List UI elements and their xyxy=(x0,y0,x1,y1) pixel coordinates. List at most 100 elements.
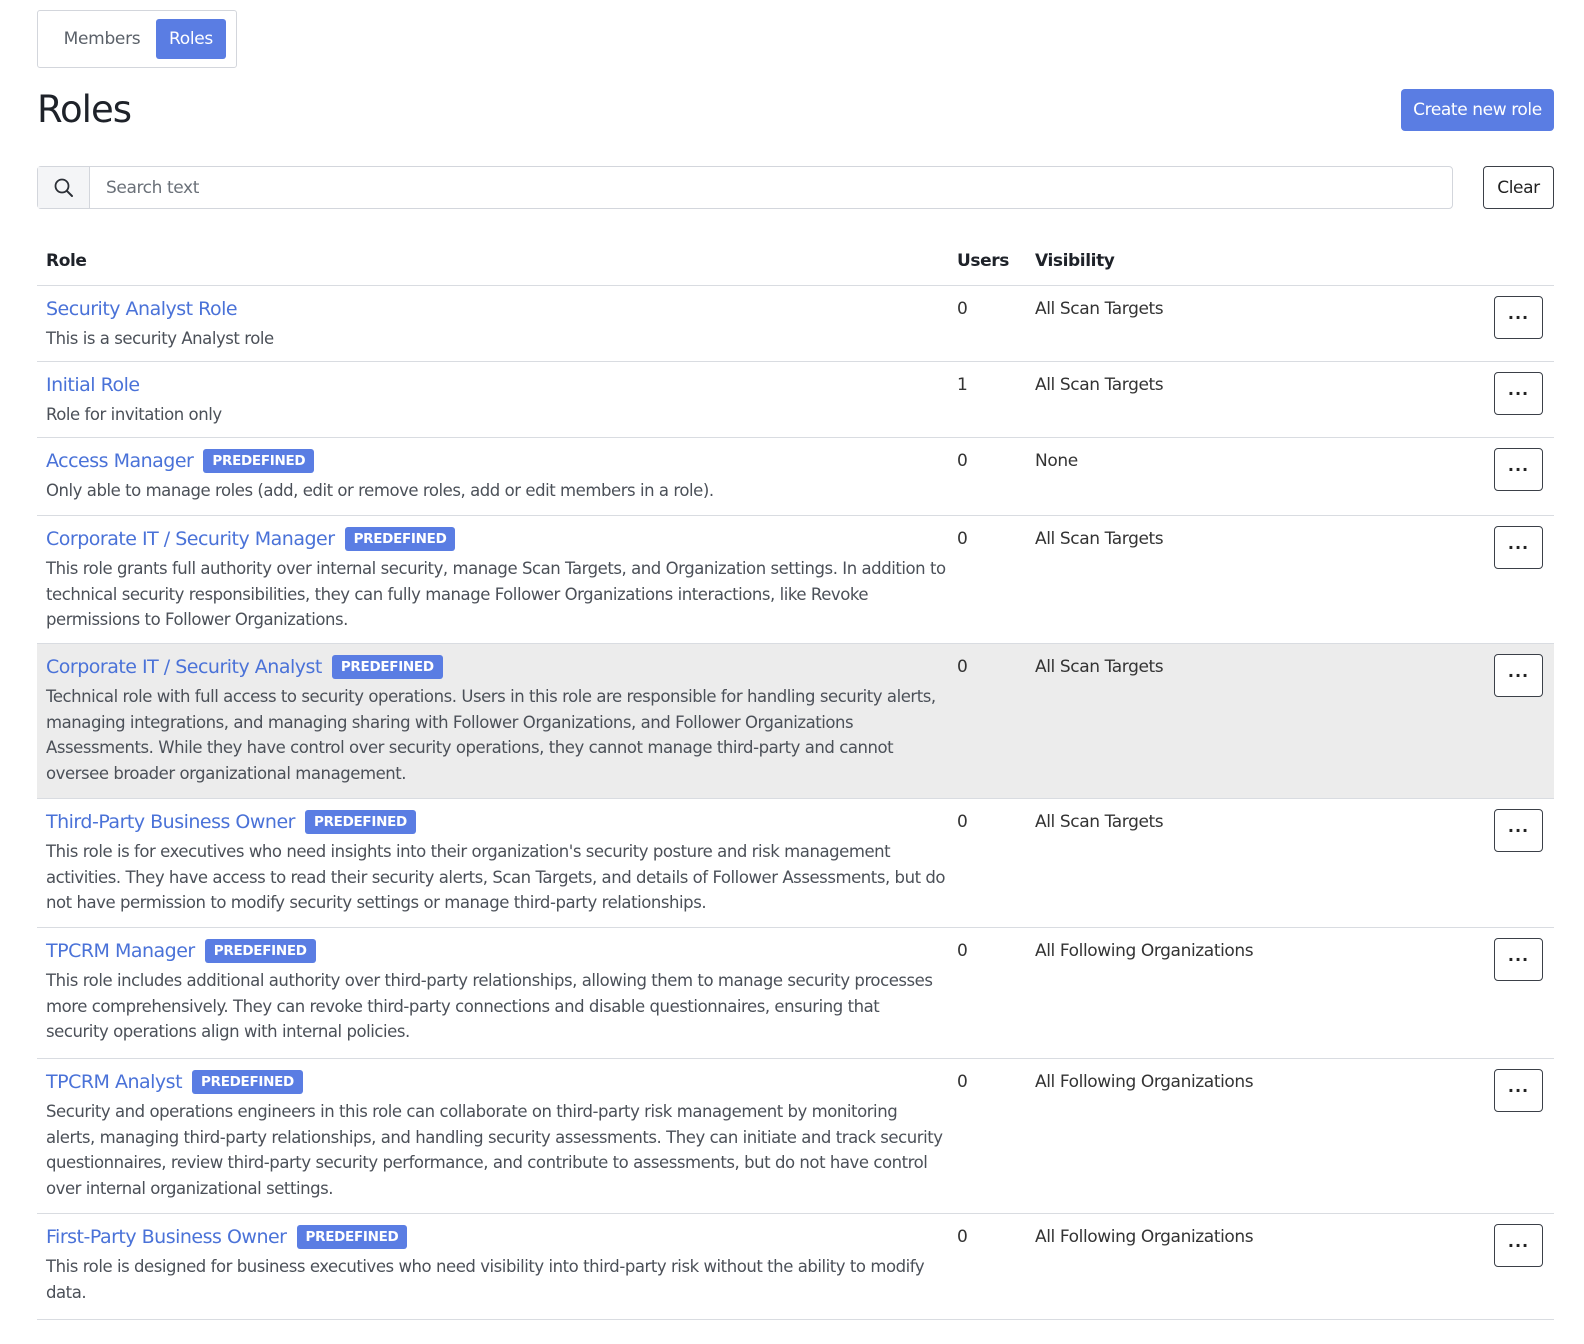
role-cell: Security Analyst Role This is a security … xyxy=(46,296,946,352)
role-name-link[interactable]: TPCRM Manager xyxy=(46,940,195,962)
role-name-line: Corporate IT / Security Analyst PREDEFINE… xyxy=(46,654,946,680)
table-body: Security Analyst Role This is a security … xyxy=(37,286,1554,1320)
role-cell: Corporate IT / Security Manager PREDEFINE… xyxy=(46,526,946,633)
predefined-badge: PREDEFINED xyxy=(203,449,315,473)
predefined-badge: PREDEFINED xyxy=(204,939,316,963)
role-name-link[interactable]: Security Analyst Role xyxy=(46,298,238,320)
column-header-visibility: Visibility xyxy=(1035,251,1115,271)
predefined-badge: PREDEFINED xyxy=(296,1225,408,1249)
role-description: Role for invitation only xyxy=(46,405,222,424)
column-header-role: Role xyxy=(46,251,87,271)
role-name-line: Corporate IT / Security Manager PREDEFINE… xyxy=(46,526,946,552)
table-row: Corporate IT / Security Analyst PREDEFINE… xyxy=(37,644,1554,799)
users-count: 0 xyxy=(957,812,968,832)
role-name-link[interactable]: Access Manager xyxy=(46,450,194,472)
predefined-badge: PREDEFINED xyxy=(192,1070,303,1094)
role-name-link[interactable]: TPCRM Analyst xyxy=(46,1071,183,1093)
table-row: TPCRM Analyst PREDEFINED Security and oper… xyxy=(37,1059,1554,1214)
tab-switcher: Members Roles xyxy=(37,10,237,68)
more-actions-button[interactable]: ··· xyxy=(1494,1224,1543,1267)
role-cell: Third-Party Business Owner PREDEFINED This… xyxy=(46,809,946,916)
predefined-badge: PREDEFINED xyxy=(344,527,456,551)
visibility-value: All Scan Targets xyxy=(1035,375,1164,395)
role-name-line: TPCRM Analyst PREDEFINED xyxy=(46,1069,946,1095)
users-count: 0 xyxy=(957,1227,968,1247)
role-description: This role includes additional authority … xyxy=(46,971,933,1042)
role-name-line: Initial Role xyxy=(46,372,946,398)
predefined-badge: PREDEFINED xyxy=(331,655,443,679)
more-actions-button[interactable]: ··· xyxy=(1494,809,1543,852)
more-actions-button[interactable]: ··· xyxy=(1494,1069,1543,1112)
role-cell: Initial Role Role for invitation only xyxy=(46,372,946,428)
visibility-value: All Scan Targets xyxy=(1035,299,1164,319)
role-description: Only able to manage roles (add, edit or … xyxy=(46,481,714,500)
role-cell: Corporate IT / Security Analyst PREDEFINE… xyxy=(46,654,946,787)
ellipsis-icon: ··· xyxy=(1507,460,1530,479)
role-name-link[interactable]: Third-Party Business Owner xyxy=(46,811,295,833)
more-actions-button[interactable]: ··· xyxy=(1494,938,1543,981)
ellipsis-icon: ··· xyxy=(1507,384,1530,403)
visibility-value: All Scan Targets xyxy=(1035,657,1164,677)
role-description: This is a security Analyst role xyxy=(46,329,274,348)
role-name-line: Third-Party Business Owner PREDEFINED xyxy=(46,809,946,835)
visibility-value: All Following Organizations xyxy=(1035,1072,1254,1092)
role-description: This role grants full authority over int… xyxy=(46,559,946,630)
ellipsis-icon: ··· xyxy=(1507,950,1530,969)
more-actions-button[interactable]: ··· xyxy=(1494,654,1543,697)
role-cell: First-Party Business Owner PREDEFINED This… xyxy=(46,1224,946,1305)
roles-table: Role Users Visibility Security Analyst R… xyxy=(37,238,1554,1320)
page-title: Roles xyxy=(37,88,132,131)
role-name-line: Security Analyst Role xyxy=(46,296,946,322)
role-name-link[interactable]: Initial Role xyxy=(46,374,140,396)
table-row: Security Analyst Role This is a security … xyxy=(37,286,1554,362)
visibility-value: None xyxy=(1035,451,1078,471)
role-cell: TPCRM Analyst PREDEFINED Security and oper… xyxy=(46,1069,946,1202)
tab-roles[interactable]: Roles xyxy=(156,19,226,59)
tab-members[interactable]: Members xyxy=(48,19,156,59)
users-count: 1 xyxy=(957,375,968,395)
clear-button[interactable]: Clear xyxy=(1483,166,1554,209)
ellipsis-icon: ··· xyxy=(1507,821,1530,840)
users-count: 0 xyxy=(957,529,968,549)
role-description: Security and operations engineers in thi… xyxy=(46,1102,943,1199)
role-description: Technical role with full access to secur… xyxy=(46,687,936,784)
role-cell: Access Manager PREDEFINED Only able to man… xyxy=(46,448,946,504)
search-icon xyxy=(38,167,90,208)
more-actions-button[interactable]: ··· xyxy=(1494,526,1543,569)
role-cell: TPCRM Manager PREDEFINED This role include… xyxy=(46,938,946,1045)
role-name-link[interactable]: Corporate IT / Security Analyst xyxy=(46,656,322,678)
more-actions-button[interactable]: ··· xyxy=(1494,372,1543,415)
users-count: 0 xyxy=(957,657,968,677)
ellipsis-icon: ··· xyxy=(1507,1081,1530,1100)
ellipsis-icon: ··· xyxy=(1507,666,1530,685)
ellipsis-icon: ··· xyxy=(1507,1236,1530,1255)
table-row: First-Party Business Owner PREDEFINED This… xyxy=(37,1214,1554,1320)
ellipsis-icon: ··· xyxy=(1507,538,1530,557)
more-actions-button[interactable]: ··· xyxy=(1494,448,1543,491)
visibility-value: All Following Organizations xyxy=(1035,1227,1254,1247)
ellipsis-icon: ··· xyxy=(1507,308,1530,327)
search-input[interactable] xyxy=(90,167,1452,208)
table-row: Initial Role Role for invitation only 1 All… xyxy=(37,362,1554,438)
role-description: This role is for executives who need ins… xyxy=(46,842,946,913)
table-row: Third-Party Business Owner PREDEFINED This… xyxy=(37,799,1554,928)
predefined-badge: PREDEFINED xyxy=(304,810,416,834)
visibility-value: All Scan Targets xyxy=(1035,529,1164,549)
table-row: Access Manager PREDEFINED Only able to man… xyxy=(37,438,1554,516)
role-name-line: First-Party Business Owner PREDEFINED xyxy=(46,1224,946,1250)
users-count: 0 xyxy=(957,1072,968,1092)
table-row: TPCRM Manager PREDEFINED This role include… xyxy=(37,928,1554,1059)
create-new-role-button[interactable]: Create new role xyxy=(1401,89,1554,131)
role-name-line: TPCRM Manager PREDEFINED xyxy=(46,938,946,964)
users-count: 0 xyxy=(957,941,968,961)
users-count: 0 xyxy=(957,299,968,319)
table-row: Corporate IT / Security Manager PREDEFINE… xyxy=(37,516,1554,644)
role-name-link[interactable]: Corporate IT / Security Manager xyxy=(46,528,335,550)
visibility-value: All Scan Targets xyxy=(1035,812,1164,832)
role-name-line: Access Manager PREDEFINED xyxy=(46,448,946,474)
role-description: This role is designed for business execu… xyxy=(46,1257,925,1302)
table-header: Role Users Visibility xyxy=(37,238,1554,286)
more-actions-button[interactable]: ··· xyxy=(1494,296,1543,339)
roles-page: Members Roles Roles Create new role Clea… xyxy=(0,0,1584,1344)
role-name-link[interactable]: First-Party Business Owner xyxy=(46,1226,287,1248)
